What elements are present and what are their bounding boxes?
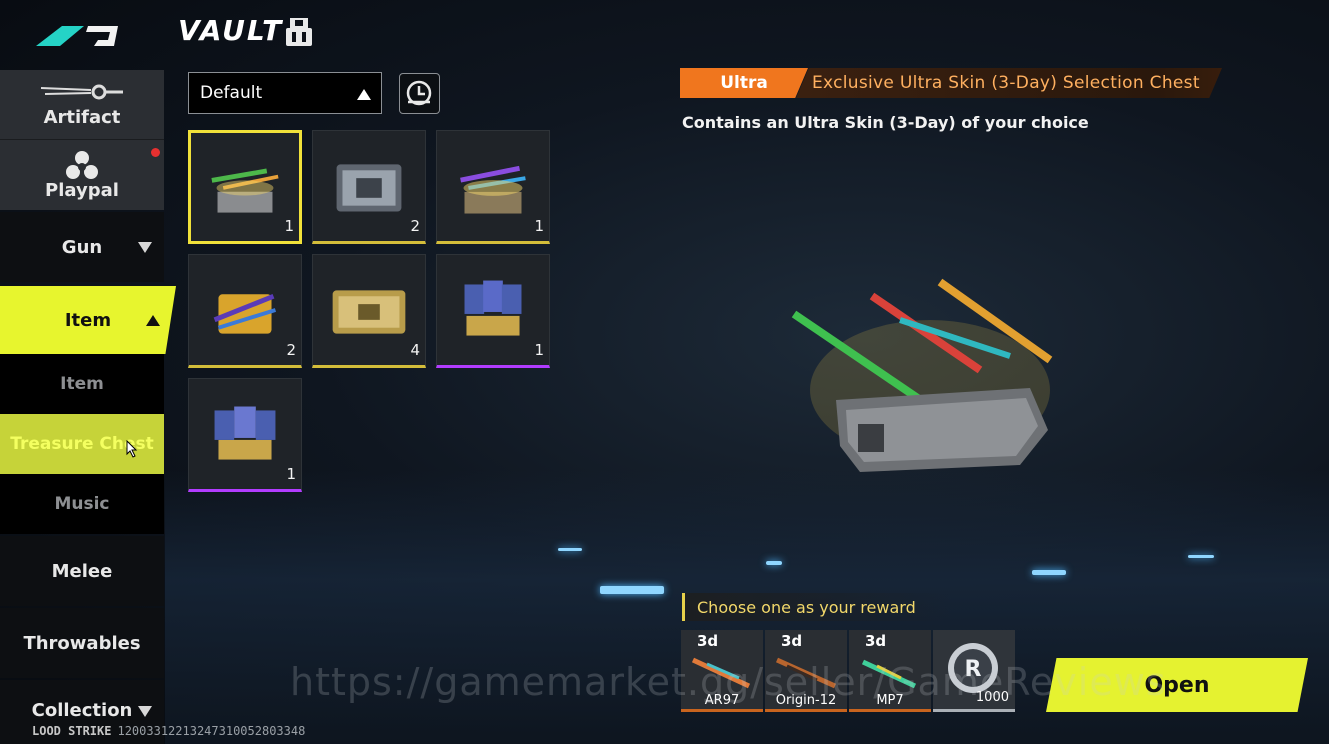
sort-button[interactable] <box>399 73 440 114</box>
character-card-chest-icon <box>214 406 276 460</box>
sidebar-item-label: Music <box>54 494 110 514</box>
reward-prompt: Choose one as your reward <box>682 593 952 621</box>
sidebar-item-artifact[interactable]: Artifact <box>0 70 164 140</box>
inventory-cell[interactable]: 1 <box>436 130 550 244</box>
sidebar-item-throwables[interactable]: Throwables <box>0 608 164 678</box>
mouse-cursor-icon <box>126 440 138 458</box>
silver-crate-icon <box>336 164 402 212</box>
playpal-icon <box>66 150 98 179</box>
chevron-down-icon <box>138 241 152 253</box>
sidebar-item-label: Throwables <box>23 632 141 654</box>
item-description: Contains an Ultra Skin (3-Day) of your c… <box>682 113 1089 132</box>
item-quantity: 1 <box>284 217 294 235</box>
sidebar: Artifact Playpal Gun Item Item Treasure … <box>0 70 176 744</box>
item-quantity: 4 <box>410 341 420 359</box>
chevron-up-icon <box>146 314 160 326</box>
light-streak <box>1188 555 1214 558</box>
sidebar-subitem-item[interactable]: Item <box>0 354 164 414</box>
inventory-cell[interactable]: 2 <box>188 254 302 368</box>
sidebar-item-label: Collection <box>31 700 133 721</box>
inventory-cell[interactable]: 2 <box>312 130 426 244</box>
player-uid: LOOD STRIKE 12003312213247310052803348 <box>32 724 305 738</box>
inventory-cell[interactable]: 1 <box>436 254 550 368</box>
character-card-chest-icon <box>464 280 522 336</box>
light-streak <box>600 586 664 594</box>
sidebar-item-melee[interactable]: Melee <box>0 536 164 606</box>
page-title: VAULT <box>178 14 284 47</box>
sidebar-item-label: Playpal <box>45 179 119 201</box>
rarity-badge: Ultra <box>680 68 808 98</box>
sort-clock-icon <box>406 80 432 106</box>
item-quantity: 1 <box>534 217 544 235</box>
reward-duration: 3d <box>697 632 719 650</box>
sidebar-item-item[interactable]: Item <box>0 286 176 354</box>
weapon-chest-icon <box>460 165 526 214</box>
watermark: https://gamemarket.gg/seller/GameReviews <box>290 660 1167 704</box>
game-name: LOOD STRIKE <box>32 724 112 738</box>
sidebar-item-label: Gun <box>61 236 103 258</box>
light-streak <box>766 561 782 565</box>
uid-value: 12003312213247310052803348 <box>117 724 306 738</box>
item-quantity: 2 <box>410 217 420 235</box>
item-quantity: 1 <box>534 341 544 359</box>
item-quantity: 2 <box>286 341 296 359</box>
vault-box-icon <box>286 18 312 46</box>
sidebar-item-label: Item <box>64 309 112 331</box>
item-quantity: 1 <box>286 465 296 483</box>
sidebar-subitem-treasure-chest[interactable]: Treasure Chest <box>0 414 164 474</box>
inventory-cell[interactable]: 1 <box>188 378 302 492</box>
artifact-icon <box>40 84 123 100</box>
reward-duration: 3d <box>865 632 887 650</box>
gold-crate-icon <box>332 290 406 334</box>
inventory-cell[interactable]: 1 <box>188 130 302 244</box>
notification-dot <box>151 148 160 157</box>
chevron-up-icon <box>357 89 371 100</box>
sidebar-item-label: Melee <box>51 560 113 582</box>
filter-dropdown-value: Default <box>200 83 263 103</box>
sidebar-item-label: Item <box>60 374 104 394</box>
reward-duration: 3d <box>781 632 803 650</box>
gold-weapon-chest-icon <box>213 293 277 334</box>
weapon-chest-icon <box>211 168 279 213</box>
sidebar-item-playpal[interactable]: Playpal <box>0 140 164 210</box>
chevron-down-icon <box>138 706 152 717</box>
light-streak <box>1032 570 1066 575</box>
light-streak <box>558 548 582 551</box>
sidebar-item-label: Artifact <box>43 107 121 128</box>
sidebar-subitem-music[interactable]: Music <box>0 474 164 534</box>
filter-dropdown[interactable]: Default <box>188 72 382 114</box>
chest-preview-image <box>791 278 1053 472</box>
item-title: Exclusive Ultra Skin (3-Day) Selection C… <box>796 68 1222 98</box>
inventory-cell[interactable]: 4 <box>312 254 426 368</box>
sidebar-item-gun[interactable]: Gun <box>0 212 164 282</box>
game-logo-icon <box>36 26 118 46</box>
